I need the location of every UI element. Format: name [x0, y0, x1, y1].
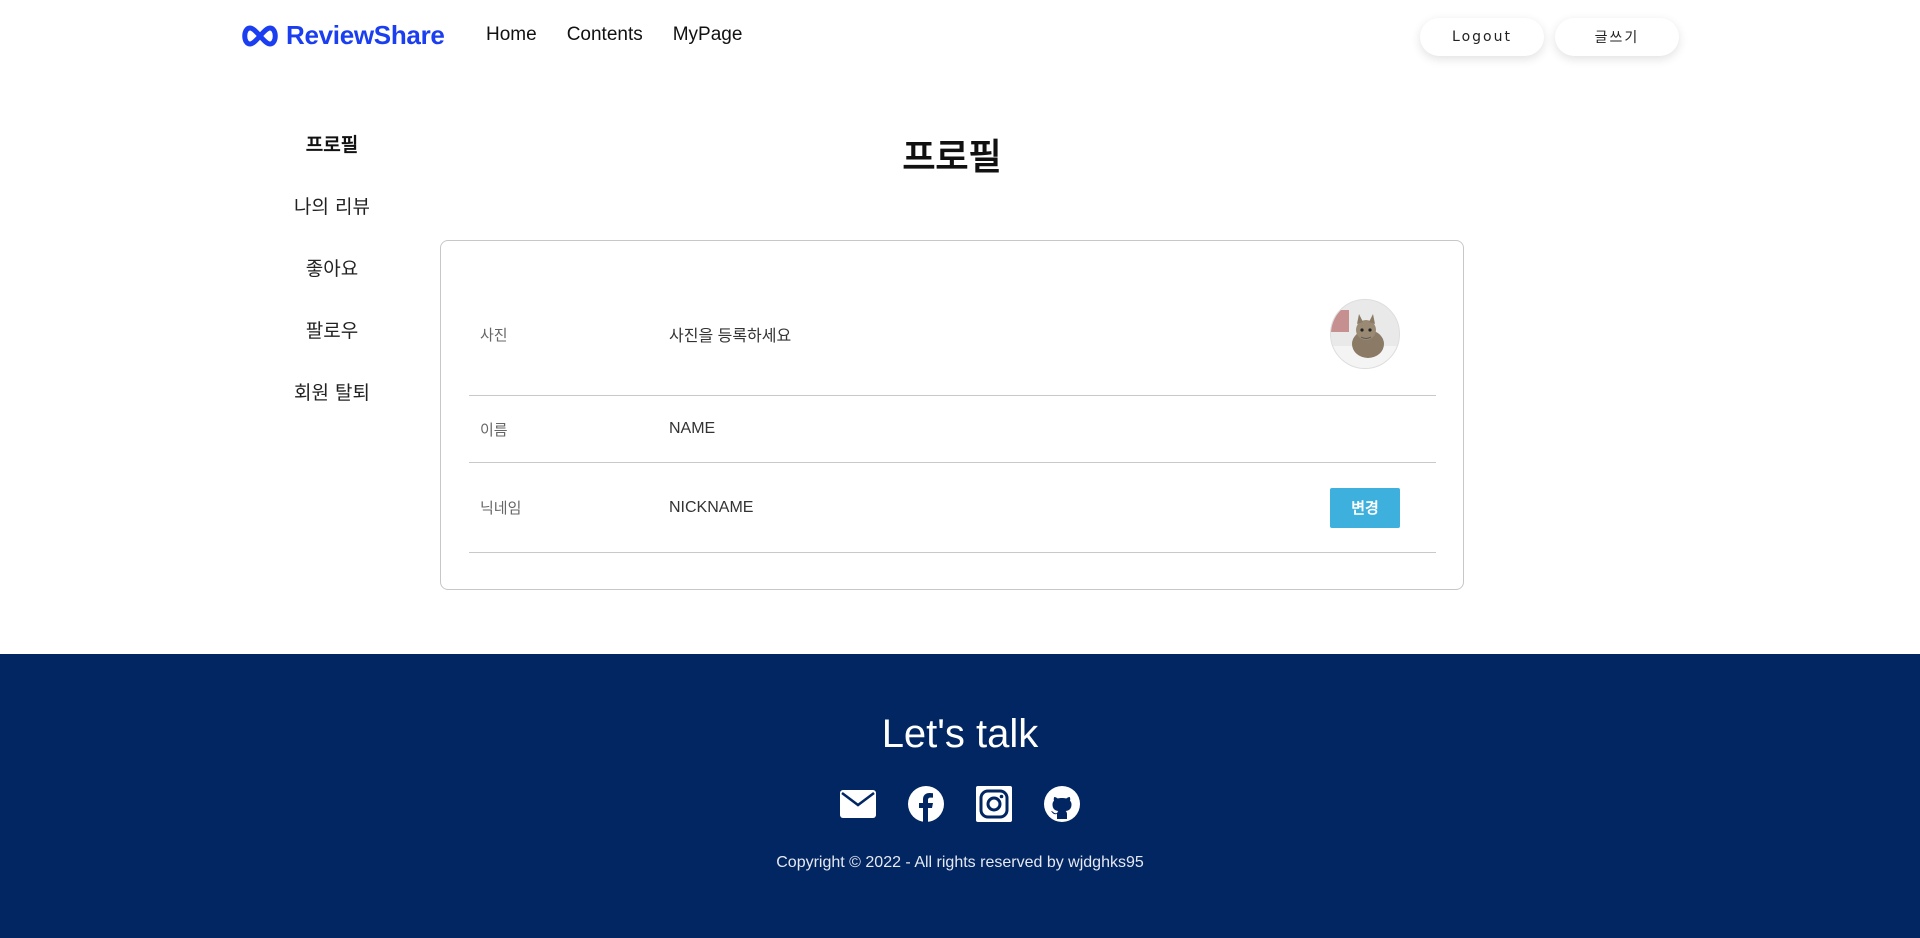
logout-button[interactable]: Logout — [1420, 18, 1544, 56]
logo[interactable]: ReviewShare — [240, 20, 445, 51]
social-links — [0, 786, 1920, 822]
sidebar-item-likes[interactable]: 좋아요 — [280, 254, 384, 316]
name-label: 이름 — [480, 420, 508, 439]
cat-photo — [1331, 300, 1399, 368]
sidebar: 프로필 나의 리뷰 좋아요 팔로우 회원 탈퇴 — [280, 130, 384, 440]
profile-row-name: 이름 NAME — [469, 396, 1436, 463]
logo-text: ReviewShare — [286, 20, 445, 50]
github-icon[interactable] — [1044, 786, 1080, 822]
avatar[interactable] — [1330, 299, 1400, 369]
profile-row-photo: 사진 사진을 등록하세요 — [469, 273, 1436, 396]
sidebar-item-follow[interactable]: 팔로우 — [280, 316, 384, 378]
mail-icon[interactable] — [840, 786, 876, 822]
name-value: NAME — [669, 420, 716, 437]
copyright-text: Copyright © 2022 - All rights reserved b… — [776, 854, 1144, 871]
nav-contents[interactable]: Contents — [567, 24, 643, 46]
change-nickname-button[interactable]: 변경 — [1330, 487, 1400, 528]
nav-mypage[interactable]: MyPage — [673, 24, 743, 46]
sidebar-item-profile[interactable]: 프로필 — [280, 130, 384, 192]
nickname-label: 닉네임 — [480, 499, 522, 517]
footer: Let's talk Copyright © 2022 - All rights… — [0, 654, 1920, 938]
write-button[interactable]: 글쓰기 — [1555, 18, 1679, 56]
instagram-icon[interactable] — [976, 786, 1012, 822]
profile-card: 사진 사진을 등록하세요 이름 NAME 닉네임 NICKNAME 변경 — [440, 240, 1464, 590]
facebook-icon[interactable] — [908, 786, 944, 822]
infinity-icon — [242, 24, 278, 47]
page-title: 프로필 — [902, 137, 1002, 178]
photo-label: 사진 — [480, 325, 508, 344]
main-nav: Home Contents MyPage — [486, 24, 742, 46]
nav-home[interactable]: Home — [486, 24, 537, 46]
photo-value: 사진을 등록하세요 — [669, 328, 792, 345]
sidebar-item-my-reviews[interactable]: 나의 리뷰 — [280, 192, 384, 254]
footer-heading: Let's talk — [881, 712, 1039, 756]
sidebar-item-withdraw[interactable]: 회원 탈퇴 — [280, 378, 384, 440]
profile-row-nickname: 닉네임 NICKNAME 변경 — [469, 463, 1436, 553]
header: ReviewShare Home Contents MyPage Logout … — [0, 0, 1920, 72]
nickname-value: NICKNAME — [669, 498, 754, 516]
